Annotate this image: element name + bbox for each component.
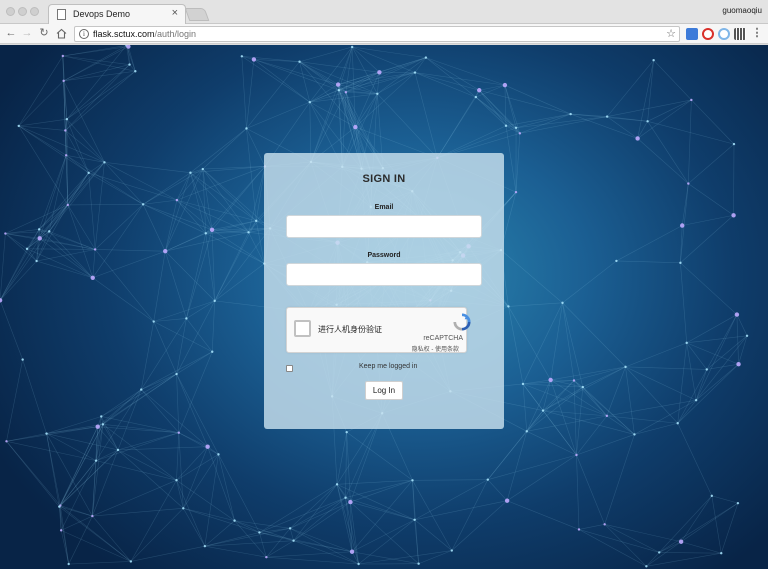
window-minimize-button[interactable] [18, 7, 27, 16]
window-maximize-button[interactable] [30, 7, 39, 16]
extension-opera-icon[interactable] [702, 28, 714, 40]
extension-translate-icon[interactable] [686, 28, 698, 40]
password-field[interactable] [286, 263, 482, 286]
window-close-button[interactable] [6, 7, 15, 16]
extension-circle-icon[interactable] [718, 28, 730, 40]
page-icon [57, 9, 66, 20]
page-background: SIGN IN Email Password 进行人机身份验证 reCAPTCH… [0, 45, 768, 569]
email-label: Email [374, 204, 394, 211]
login-card: SIGN IN Email Password 进行人机身份验证 reCAPTCH… [264, 153, 504, 429]
remember-me-label: Keep me logged in [359, 363, 418, 370]
recaptcha-brand: reCAPTCHA [423, 335, 463, 342]
new-tab-button[interactable] [184, 8, 210, 21]
url-text[interactable]: flask.sctux.com/auth/login [93, 29, 196, 39]
browser-tab-bar: Devops Demo × guomaoqiu [0, 0, 768, 25]
login-title: SIGN IN [362, 173, 406, 185]
address-bar[interactable]: i flask.sctux.com/auth/login ☆ [74, 26, 680, 42]
password-label: Password [367, 252, 401, 259]
home-icon[interactable] [54, 26, 68, 41]
recaptcha-checkbox[interactable] [294, 320, 311, 337]
tab-title: Devops Demo [73, 9, 131, 19]
reload-icon[interactable]: ↻ [37, 26, 51, 41]
extension-qr-icon[interactable] [734, 28, 746, 40]
recaptcha-privacy-links[interactable]: 隐私权 - 使用条款 [412, 344, 459, 353]
login-button[interactable]: Log In [365, 381, 403, 400]
forward-arrow-icon[interactable]: → [20, 26, 34, 41]
recaptcha-logo-icon [453, 313, 471, 331]
info-icon[interactable]: i [79, 29, 89, 39]
url-path: /auth/login [154, 29, 197, 39]
remember-me-checkbox[interactable] [286, 365, 293, 372]
url-host: flask.sctux.com [93, 29, 155, 39]
recaptcha-label: 进行人机身份验证 [318, 325, 382, 334]
menu-dots-icon[interactable]: ⋮ [750, 26, 764, 41]
email-field[interactable] [286, 215, 482, 238]
back-arrow-icon[interactable]: ← [4, 26, 18, 41]
browser-toolbar: ← → ↻ i flask.sctux.com/auth/login ☆ ⋮ [0, 24, 768, 44]
profile-name[interactable]: guomaoqiu [722, 6, 762, 15]
recaptcha-widget: 进行人机身份验证 reCAPTCHA 隐私权 - 使用条款 [286, 307, 471, 353]
star-icon[interactable]: ☆ [666, 27, 676, 40]
tab-close-icon[interactable]: × [172, 7, 178, 19]
browser-tab[interactable]: Devops Demo × [48, 4, 186, 25]
